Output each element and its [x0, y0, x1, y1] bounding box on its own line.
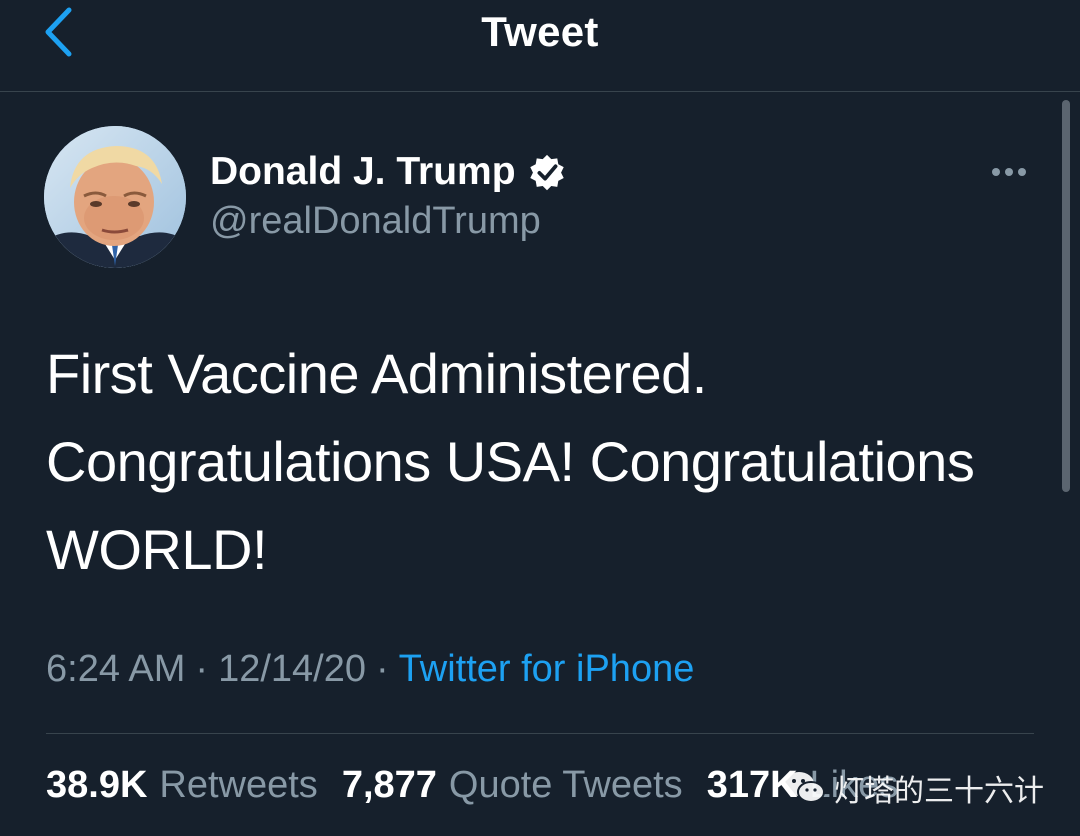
avatar[interactable]: [44, 126, 186, 268]
more-dot-icon: [1005, 168, 1013, 176]
meta-separator: ·: [376, 648, 389, 690]
quote-tweets-count: 7,877: [341, 764, 437, 806]
tweet-source-link[interactable]: Twitter for iPhone: [399, 648, 695, 691]
quote-tweets-stat[interactable]: 7,877 Quote Tweets: [342, 764, 683, 807]
tweet-detail-screen: Tweet Donald J. Trump @realDonaldTrump F…: [0, 0, 1080, 836]
author-display-name[interactable]: Donald J. Trump: [210, 150, 566, 194]
scrollbar[interactable]: [1062, 100, 1070, 492]
tweet-meta: 6:24 AM · 12/14/20 · Twitter for iPhone: [46, 648, 694, 691]
tweet-date[interactable]: 12/14/20: [218, 648, 366, 691]
divider: [46, 733, 1034, 734]
more-dot-icon: [1018, 168, 1026, 176]
meta-separator: ·: [195, 648, 209, 690]
page-title: Tweet: [481, 8, 599, 55]
watermark: 灯塔的三十六计: [782, 766, 1044, 810]
quote-tweets-label: Quote Tweets: [448, 764, 683, 806]
top-bar: Tweet: [0, 0, 1080, 92]
verified-badge-icon: [529, 154, 564, 191]
watermark-text: 灯塔的三十六计: [834, 774, 1044, 809]
avatar-image: [44, 126, 186, 268]
wechat-icon: [784, 772, 825, 803]
author-name-text: Donald J. Trump: [210, 150, 516, 193]
tweet-time[interactable]: 6:24 AM: [46, 648, 185, 691]
tweet-stats: 38.9K Retweets 7,877 Quote Tweets 317K L…: [46, 764, 898, 807]
author-handle[interactable]: @realDonaldTrump: [210, 200, 541, 243]
tweet-text: First Vaccine Administered. Congratulati…: [46, 342, 975, 581]
retweets-count: 38.9K: [46, 764, 148, 806]
more-options-button[interactable]: [984, 152, 1034, 192]
more-dot-icon: [992, 168, 1000, 176]
retweets-stat[interactable]: 38.9K Retweets: [46, 764, 318, 807]
retweets-label: Retweets: [159, 764, 318, 806]
